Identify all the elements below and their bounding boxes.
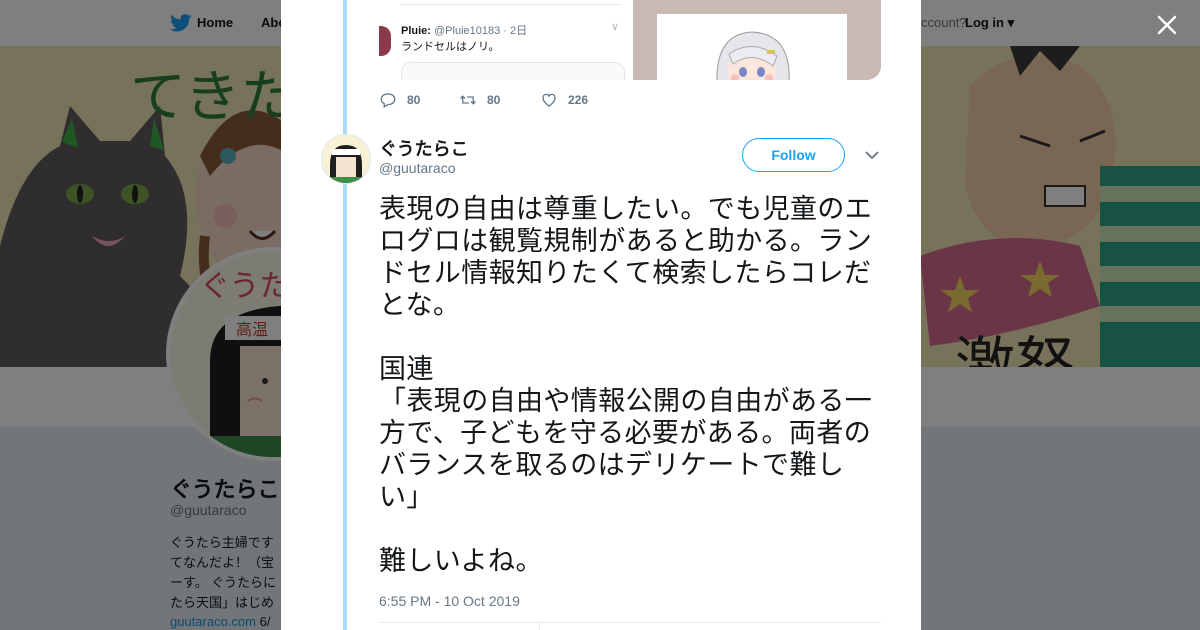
quoted-card	[401, 62, 625, 80]
anime-character-image	[716, 31, 790, 80]
mini-avatar	[379, 26, 391, 56]
like-button[interactable]: 226	[540, 88, 588, 112]
tweet-author-handle[interactable]: @guutaraco	[379, 160, 455, 176]
tweet-author-avatar[interactable]	[321, 134, 371, 184]
retweet-button[interactable]: 80	[459, 88, 500, 112]
parent-tweet-actions: 80 80 226	[379, 88, 679, 112]
chevron-down-icon: ∨	[611, 21, 620, 33]
quoted-author-handle: @Pluie10183 · 2日	[434, 25, 528, 37]
media-screenshot[interactable]: Pluie: @Pluie10183 · 2日 ∨ ランドセルはノリ。	[379, 0, 633, 80]
quoted-author: Pluie: @Pluie10183 · 2日	[401, 22, 527, 38]
media-illustration[interactable]	[633, 0, 881, 80]
tweet-divider	[379, 622, 881, 623]
author-avatar-illustration	[322, 135, 370, 183]
conversation-thread-line	[343, 0, 347, 630]
tweet-timestamp[interactable]: 6:55 PM - 10 Oct 2019	[379, 593, 520, 609]
reply-count: 80	[407, 93, 421, 107]
quoted-text: ランドセルはノリ。	[401, 41, 500, 53]
illustration-card	[657, 14, 847, 80]
retweet-icon	[460, 95, 476, 105]
more-options-button[interactable]	[863, 146, 881, 164]
tweet-text: 表現の自由は尊重したい。でも児童のエログロは観覧規制があると助かる。ランドセル情…	[379, 194, 873, 577]
quoted-author-name: Pluie:	[401, 25, 431, 37]
parent-tweet-media[interactable]: Pluie: @Pluie10183 · 2日 ∨ ランドセルはノリ。	[379, 0, 881, 80]
reply-icon	[380, 93, 396, 108]
like-count: 226	[568, 93, 589, 107]
mini-divider	[401, 4, 621, 5]
close-modal-button[interactable]	[1152, 10, 1182, 40]
tweet-modal: Pluie: @Pluie10183 · 2日 ∨ ランドセルはノリ。 80 8…	[281, 0, 921, 630]
reply-button[interactable]: 80	[379, 88, 420, 112]
chevron-down-icon	[865, 151, 879, 160]
heart-icon	[542, 93, 556, 107]
retweet-count: 80	[487, 93, 501, 107]
follow-button[interactable]: Follow	[742, 138, 845, 172]
tweet-author-name[interactable]: ぐうたらこ	[379, 135, 469, 161]
close-icon	[1157, 15, 1177, 35]
stats-divider	[539, 622, 540, 630]
